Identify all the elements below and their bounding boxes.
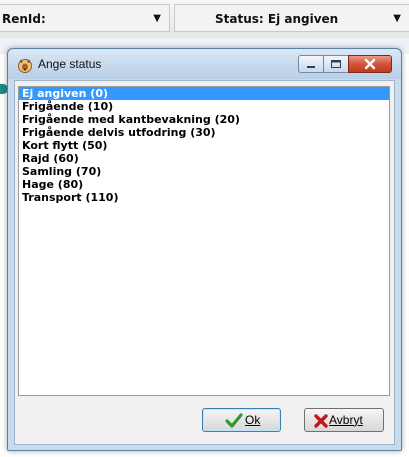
renid-dropdown[interactable]: RenId: ▼: [0, 4, 170, 32]
list-item[interactable]: Hage (80): [19, 178, 389, 191]
maximize-icon: [331, 60, 341, 68]
x-icon: [314, 414, 328, 428]
list-item[interactable]: Frigående (10): [19, 100, 389, 113]
list-item[interactable]: Ej angiven (0): [19, 87, 389, 100]
status-list[interactable]: Ej angiven (0) Frigående (10) Frigående …: [18, 86, 390, 396]
list-item[interactable]: Frigående delvis utfodring (30): [19, 126, 389, 139]
dialog-titlebar[interactable]: Ange status: [8, 49, 401, 79]
status-label: Status: Ej angiven: [215, 12, 339, 26]
maximize-button[interactable]: [323, 55, 349, 73]
chevron-down-icon: ▼: [153, 13, 161, 24]
list-item[interactable]: Transport (110): [19, 191, 389, 204]
ange-status-dialog: Ange status Ej angiven (0) Frigående (10…: [7, 48, 402, 451]
cancel-button[interactable]: Avbryt: [304, 408, 384, 432]
chevron-down-icon: ▼: [393, 13, 401, 24]
minimize-icon: [307, 66, 315, 68]
minimize-button[interactable]: [298, 55, 324, 73]
dialog-body: Ej angiven (0) Frigående (10) Frigående …: [14, 80, 395, 445]
list-item[interactable]: Kort flytt (50): [19, 139, 389, 152]
close-icon: [364, 58, 376, 70]
renid-label: RenId:: [2, 12, 46, 26]
status-dropdown[interactable]: Status: Ej angiven ▼: [174, 4, 409, 32]
cancel-label: Avbryt: [329, 413, 363, 427]
reindeer-icon: [18, 59, 32, 73]
ok-label: Ok: [245, 413, 261, 427]
check-icon: [225, 413, 243, 428]
list-item[interactable]: Rajd (60): [19, 152, 389, 165]
ok-button[interactable]: Ok: [202, 408, 281, 432]
list-item[interactable]: Frigående med kantbevakning (20): [19, 113, 389, 126]
dialog-title: Ange status: [38, 57, 102, 71]
list-item[interactable]: Samling (70): [19, 165, 389, 178]
close-button[interactable]: [348, 55, 392, 73]
